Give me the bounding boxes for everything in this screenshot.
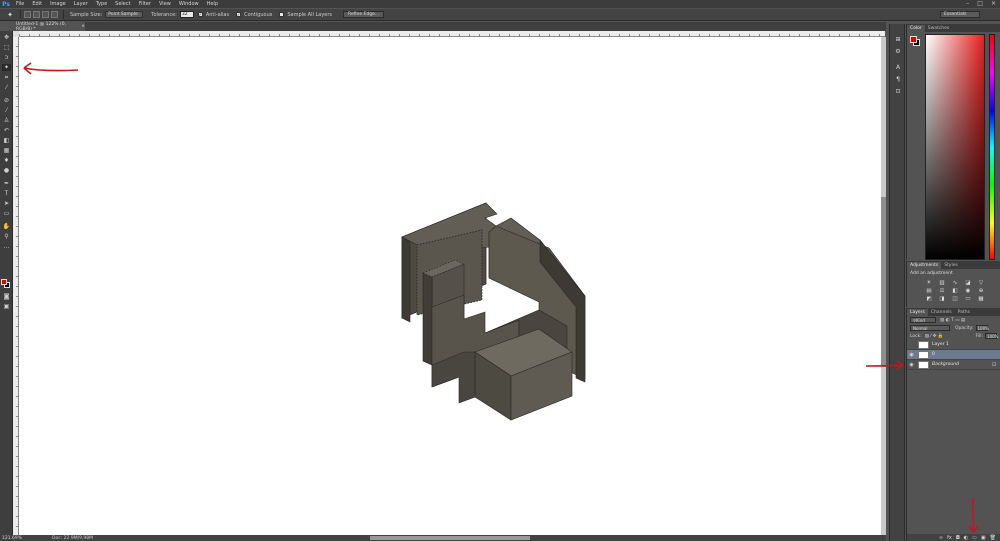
arrow-to-new-layer: [972, 497, 975, 533]
arrow-to-layer: [865, 364, 904, 367]
annotation-arrows: [23, 62, 979, 533]
arrow-to-tool: [23, 67, 79, 72]
